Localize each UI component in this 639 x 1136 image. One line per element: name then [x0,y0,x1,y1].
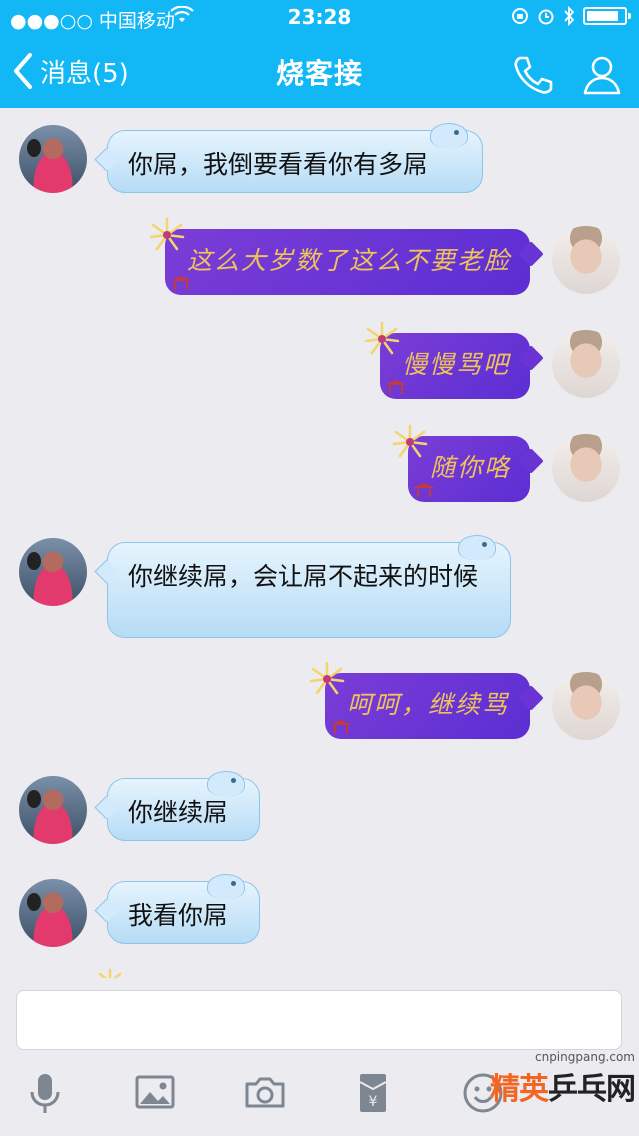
image-button[interactable] [130,1068,180,1118]
firework-icon [309,661,345,695]
contact-avatar[interactable] [19,125,87,193]
chevron-left-icon [14,53,32,89]
message-bubble-outgoing[interactable]: 呵呵，继续骂 [309,661,544,739]
rotation-lock-icon [512,8,528,24]
bluetooth-icon [564,6,575,26]
message-bubble-outgoing[interactable]: 这么大岁数了这么不要老脸 [149,217,544,295]
watermark-logo-part1: 精英 [490,1072,549,1107]
svg-text:¥: ¥ [369,1094,378,1110]
composer: ¥ cnpingpang.com 精英乒乓网 [0,978,639,1136]
call-button[interactable] [510,52,554,96]
message-text: 这么大岁数了这么不要老脸 [187,246,512,275]
message-bubble-incoming[interactable]: 你继续屌 [94,771,260,841]
message-text: 随你咯 [430,453,512,482]
microphone-icon [30,1074,60,1113]
contact-avatar[interactable] [19,879,87,947]
back-label: 消息(5) [40,58,129,89]
message-text: 呵呵，继续骂 [347,690,510,719]
red-packet-button[interactable]: ¥ [348,1068,398,1118]
message-text: 你继续屌，会让屌不起来的时候 [128,562,479,591]
contact-avatar[interactable] [19,538,87,606]
contact-avatar[interactable] [19,776,87,844]
watermark-logo: 精英乒乓网 [490,1064,636,1108]
watermark: cnpingpang.com 精英乒乓网 [490,1050,636,1108]
camera-icon [245,1077,285,1108]
watermark-logo-part2: 乒乓网 [548,1072,636,1107]
my-avatar[interactable] [552,226,620,294]
phone-icon [514,56,553,94]
firework-icon [98,968,122,978]
my-avatar[interactable] [552,434,620,502]
message-bubble-incoming[interactable]: 你继续屌，会让屌不起来的时候 [94,535,511,638]
status-indicators [511,6,631,26]
message-text: 慢慢骂吧 [402,350,511,379]
message-text: 我看你屌 [128,901,229,930]
camera-button[interactable] [240,1068,290,1118]
image-icon [135,1075,175,1109]
my-avatar[interactable] [552,672,620,740]
my-avatar[interactable] [552,330,620,398]
user-icon [583,56,621,95]
message-bubble-outgoing[interactable]: 随你咯 [392,424,544,502]
nav-header: ●●●○○ 中国移动 23:28 消息(5) 烧客接 [0,0,639,108]
message-text: 你继续屌 [128,798,229,827]
battery-icon [583,7,631,25]
red-packet-icon: ¥ [359,1074,387,1112]
message-input[interactable] [16,990,622,1050]
battery-level [587,11,618,21]
status-bar: ●●●○○ 中国移动 23:28 [0,0,639,34]
firework-icon [392,424,428,458]
firework-icon [149,217,185,251]
firework-icon [364,321,400,355]
message-bubble-outgoing[interactable]: 慢慢骂吧 [364,321,544,399]
alarm-icon [538,9,554,25]
message-text: 你屌，我倒要看看你有多屌 [128,150,429,179]
message-bubble-incoming[interactable]: 你屌，我倒要看看你有多屌 [94,123,483,193]
profile-button[interactable] [580,52,624,96]
voice-button[interactable] [20,1068,70,1118]
watermark-url: cnpingpang.com [534,1050,635,1064]
message-list[interactable]: 你屌，我倒要看看你有多屌 这么大岁数了这么不要老脸 慢慢骂吧 随你咯 你继续屌，… [0,108,639,978]
back-button[interactable]: 消息(5) [12,52,129,90]
message-bubble-incoming[interactable]: 我看你屌 [94,874,260,944]
